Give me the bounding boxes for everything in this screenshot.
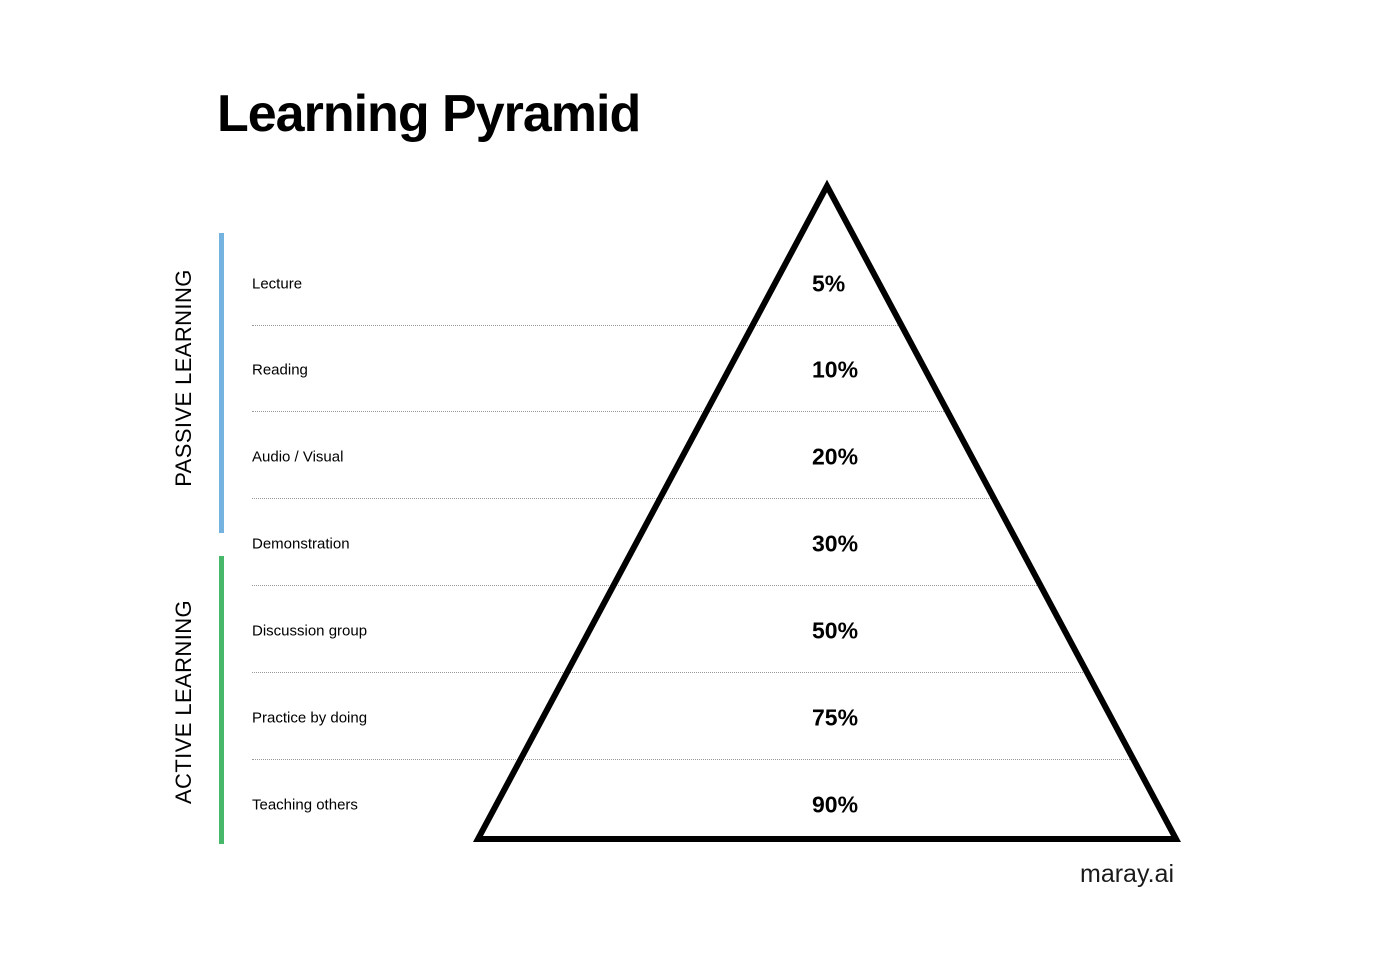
level-label-lecture: Lecture xyxy=(252,275,303,293)
level-label-discussion-group: Discussion group xyxy=(252,622,368,640)
level-percent-teaching-others: 90% xyxy=(812,791,859,818)
pyramid-diagram xyxy=(472,179,1182,842)
level-percent-reading: 10% xyxy=(812,356,859,383)
level-label-practice-by-doing: Practice by doing xyxy=(252,709,368,727)
level-label-demonstration: Demonstration xyxy=(252,535,350,553)
level-percent-lecture: 5% xyxy=(812,270,846,297)
level-percent-demonstration: 30% xyxy=(812,530,859,557)
level-percent-audio-visual: 20% xyxy=(812,443,859,470)
level-percent-discussion-group: 50% xyxy=(812,617,859,644)
level-percent-practice-by-doing: 75% xyxy=(812,704,859,731)
level-label-audio-visual: Audio / Visual xyxy=(252,448,344,466)
level-label-teaching-others: Teaching others xyxy=(252,796,358,814)
brand-wordmark: maray.ai xyxy=(1080,860,1175,888)
level-label-reading: Reading xyxy=(252,361,308,379)
